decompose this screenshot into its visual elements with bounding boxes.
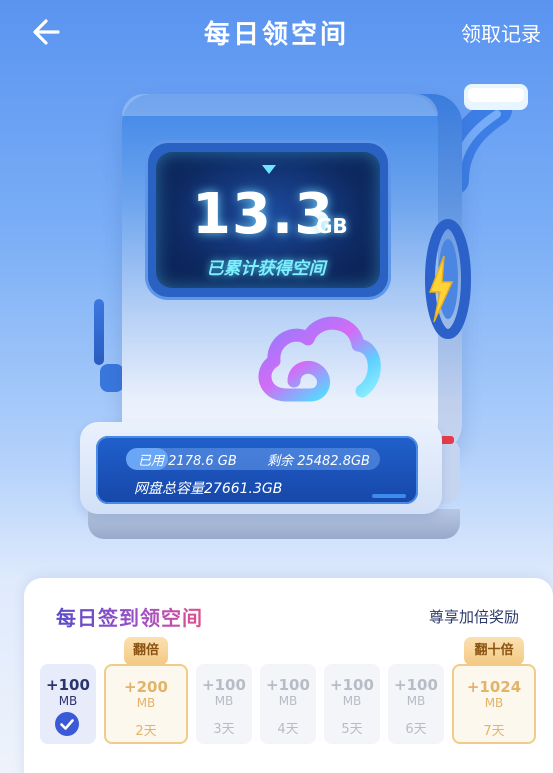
machine-body-highlight (122, 94, 438, 116)
indicator-triangle-icon (262, 165, 276, 174)
cloud-logo-icon (258, 316, 381, 402)
checkin-day-7[interactable]: +1024 MB 7天 (452, 664, 536, 744)
day-amount: +100 (330, 676, 374, 694)
bonus-link[interactable]: 尊享加倍奖励 (429, 606, 519, 627)
day-amount: +100 (394, 676, 438, 694)
remaining-label: 剩余 (267, 454, 294, 469)
day-label: 3天 (213, 722, 235, 737)
lightning-icon (428, 255, 454, 323)
checkin-title: 每日签到领空间 (56, 602, 203, 631)
panel-accent-line (372, 494, 406, 498)
accumulated-value: 13.3 (192, 182, 335, 247)
accumulated-unit: GB (316, 214, 348, 238)
check-icon (55, 712, 79, 736)
space-machine-illustration: 13.3 GB 已累计获得空间 已用 2178.6 GB 剩余 25482.8G… (0, 64, 553, 564)
top-bar: 每日领空间 领取记录 (0, 0, 553, 64)
multiplier-badge: 翻倍 (124, 637, 168, 665)
day-amount: +200 (124, 678, 168, 696)
day-unit: MB (406, 694, 426, 708)
lever-arm (100, 364, 124, 392)
checkin-day-3[interactable]: +100 MB 3天 (196, 664, 252, 744)
used-label: 已用 (138, 454, 165, 469)
day-unit: MB (136, 696, 156, 710)
usage-text: 已用 2178.6 GB 剩余 25482.8GB (138, 450, 370, 469)
remaining-value: 25482.8GB (297, 454, 370, 469)
day-label: 2天 (135, 724, 157, 739)
records-link[interactable]: 领取记录 (461, 18, 541, 47)
day-label: 5天 (341, 722, 363, 737)
day-amount: +100 (266, 676, 310, 694)
checkin-day-4[interactable]: +100 MB 4天 (260, 664, 316, 744)
day-label: 4天 (277, 722, 299, 737)
day-label: 7天 (483, 724, 505, 739)
day-amount: +1024 (466, 678, 522, 696)
used-value: 2178.6 GB (168, 454, 237, 469)
multiplier-badge: 翻十倍 (464, 637, 524, 665)
day-unit: MB (342, 694, 362, 708)
day-amount: +100 (202, 676, 246, 694)
day-amount: +100 (46, 676, 90, 694)
checkin-day-6[interactable]: +100 MB 6天 (388, 664, 444, 744)
checkin-day-2[interactable]: +200 MB 2天 (104, 664, 188, 744)
base-red-indicator (440, 436, 454, 444)
day-unit: MB (214, 694, 234, 708)
total-capacity: 网盘总容量27661.3GB (134, 481, 283, 497)
checkin-day-5[interactable]: +100 MB 5天 (324, 664, 380, 744)
day-unit: MB (484, 696, 504, 710)
checkin-day-1[interactable]: +100 MB (40, 664, 96, 744)
day-unit: MB (278, 694, 298, 708)
day-label: 6天 (405, 722, 427, 737)
day-unit: MB (58, 694, 78, 708)
accumulated-label: 已累计获得空间 (206, 259, 326, 279)
lever-bar (94, 299, 104, 365)
